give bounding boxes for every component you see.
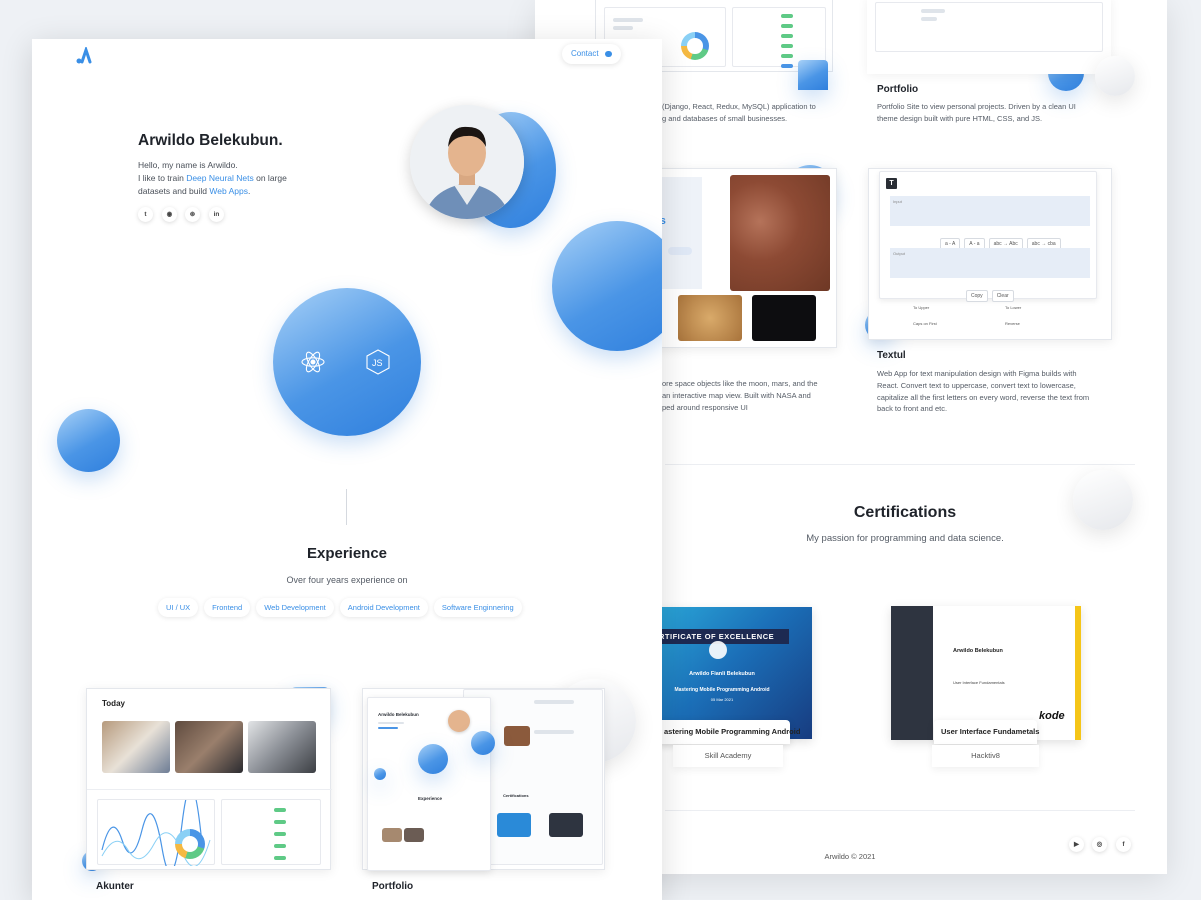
certificate-name: astering Mobile Programming Android <box>657 720 800 744</box>
certificate-issuer: Skill Academy <box>673 745 783 767</box>
preview-name: Arwildo Belekubun <box>378 712 419 717</box>
tag-android-development[interactable]: Android Development <box>339 598 428 617</box>
vertical-divider <box>346 489 347 525</box>
contact-button[interactable]: Contact <box>562 44 621 64</box>
project-title: Textul <box>877 350 906 361</box>
hero-name: Arwildo Belekubun. <box>138 132 283 149</box>
decor-ball <box>798 60 828 90</box>
certificate-date: 05 Mar 2021 <box>710 697 734 702</box>
project-description: (Django, React, Redux, MySQL) applicatio… <box>662 102 816 123</box>
project-title: Portfolio <box>877 84 919 95</box>
project-title: Portfolio <box>372 881 414 892</box>
certificate-recipient: Arwildo Belekubun <box>953 648 1003 654</box>
github-icon[interactable]: ◉ <box>162 207 177 222</box>
feature-label: To Lower <box>1005 305 1022 310</box>
certificate-course: User Interface Fundamentals <box>953 680 1005 685</box>
decor-ball <box>471 731 495 755</box>
nodejs-icon: JS <box>365 348 391 376</box>
copy-button[interactable]: Copy <box>966 290 988 302</box>
textul-window: T Input a - AA - a abc → Abc abc → cba Out… <box>879 171 1097 302</box>
feature-label: To Upper <box>913 305 930 310</box>
project-description: ore space objects like the moon, mars, a… <box>662 379 818 412</box>
akunter-photo <box>248 721 316 773</box>
certifications-title: Certifications <box>853 504 957 521</box>
project-screenshot-textul: T Input a - AA - a abc → Abc abc → cba Out… <box>868 168 1112 340</box>
project-description: Portfolio Site to view personal projects… <box>877 102 1076 123</box>
akunter-photo <box>102 721 170 773</box>
footer-copyright: Arwildo © 2021 <box>824 852 876 861</box>
certificate-name: User Interface Fundametals <box>934 720 1039 744</box>
svg-text:JS: JS <box>372 358 383 368</box>
clear-button[interactable]: Clear <box>991 290 1014 302</box>
linkedin-icon[interactable]: in <box>209 207 224 222</box>
project-screenshot-akunter[interactable]: Today <box>86 688 332 873</box>
experience-tags: UI / UX Frontend Web Development Android De… <box>158 597 528 617</box>
hero-intro: Hello, my name is Arwildo. I like to tra… <box>138 159 338 198</box>
textul-input: Input <box>890 196 1090 226</box>
instagram-icon[interactable]: ◎ <box>1092 837 1107 852</box>
front-page: Contact Arwildo Belekubun. Hello, my nam… <box>32 39 662 900</box>
twitter-icon[interactable]: t <box>138 207 153 222</box>
chat-icon <box>604 50 612 57</box>
intro-line: Hello, my name is Arwildo. <box>138 160 238 170</box>
tag-web-development[interactable]: Web Development <box>256 598 334 617</box>
decor-ball <box>57 409 120 472</box>
portfolio-preview: Arwildo Belekubun Experience <box>367 697 491 871</box>
link-web-apps[interactable]: Web Apps <box>209 186 248 196</box>
youtube-icon[interactable]: ▶ <box>1069 837 1084 852</box>
mars-thumb <box>678 295 742 341</box>
textul-logo: T <box>886 178 897 189</box>
facebook-icon[interactable]: f <box>1116 837 1131 852</box>
mars-image <box>730 175 830 291</box>
decor-ball <box>1095 56 1135 96</box>
project-screenshot-portfolio <box>867 0 1111 74</box>
dribbble-icon[interactable]: ⊛ <box>185 207 200 222</box>
avatar <box>410 105 524 219</box>
contact-label: Contact <box>571 49 599 58</box>
preview-section: Certifications <box>503 793 529 798</box>
site-logo[interactable] <box>74 45 94 65</box>
akunter-heading: Today <box>102 699 125 708</box>
tag-ui-ux[interactable]: UI / UX <box>158 598 199 617</box>
react-icon <box>300 349 326 375</box>
space-thumb <box>752 295 816 341</box>
footer-divider <box>665 810 1135 811</box>
akunter-photo <box>175 721 243 773</box>
project-screenshot-portfolio[interactable]: Arwildo Belekubun Experience Certificati… <box>362 688 605 871</box>
decor-ball <box>552 221 662 351</box>
feature-label: Reverse <box>1005 321 1020 326</box>
project-title: Akunter <box>96 881 134 892</box>
tag-software-engineering[interactable]: Software Enginnering <box>433 598 522 617</box>
certificate-course: Mastering Mobile Programming Android <box>674 687 770 693</box>
hacktiv8-logo: kode <box>1039 710 1065 722</box>
certificate-issuer: Hacktiv8 <box>932 745 1039 767</box>
feature-label: Caps on First <box>913 321 937 326</box>
experience-subtitle: Over four years experience on <box>286 575 408 585</box>
tech-ball <box>273 288 421 436</box>
preview-section: Experience <box>417 796 442 801</box>
project-description: Web App for text manipulation design wit… <box>877 369 1090 414</box>
tag-frontend[interactable]: Frontend <box>204 598 251 617</box>
textul-output: Output <box>890 248 1090 278</box>
link-deep-neural-nets[interactable]: Deep Neural Nets <box>186 173 254 183</box>
akunter-donut-chart <box>175 829 205 859</box>
experience-title: Experience <box>306 545 388 562</box>
section-divider <box>665 464 1135 465</box>
certificate-recipient: Arwildo Fianli Belekubun <box>689 671 755 677</box>
certifications-subtitle: My passion for programming and data scie… <box>806 533 1004 544</box>
